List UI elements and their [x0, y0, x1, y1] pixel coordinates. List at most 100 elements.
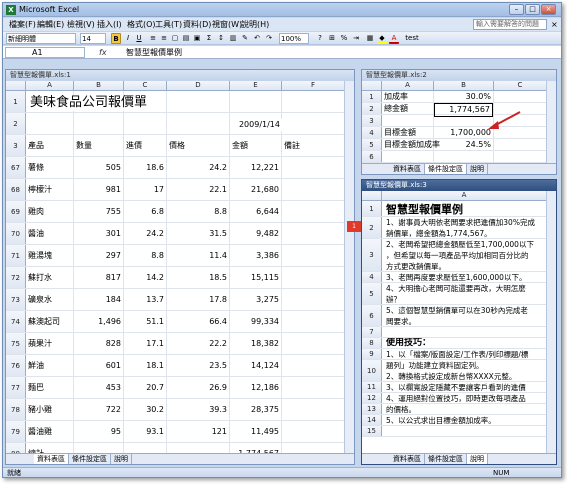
- menu-tools[interactable]: 工具(T): [153, 18, 184, 31]
- tab-conditions[interactable]: 條件設定區: [425, 164, 467, 174]
- sum-button[interactable]: Σ: [204, 33, 214, 44]
- menu-help[interactable]: 說明(H): [239, 18, 271, 31]
- help-search-input[interactable]: 輸入需要解答的問題: [473, 19, 547, 30]
- italic-button[interactable]: I: [123, 33, 133, 44]
- bold-button[interactable]: B: [111, 33, 121, 44]
- menu-data[interactable]: 資料(D): [181, 18, 213, 31]
- new-doc-icon[interactable]: ▢: [170, 33, 180, 44]
- sort-icon[interactable]: ↕: [216, 33, 226, 44]
- column-header: C: [494, 81, 547, 91]
- save-icon[interactable]: ▣: [192, 33, 202, 44]
- chart-icon[interactable]: ▥: [228, 33, 238, 44]
- menu-file[interactable]: 檔案(F): [7, 18, 38, 31]
- align-center-icon[interactable]: ≡: [159, 33, 169, 44]
- row-header: 67: [6, 157, 26, 179]
- sheet-grid-3[interactable]: A 1 智慧型報價單例 2 3 4 5 6 7 8 9 10 11 12 13 14 15 1、謝事員大明依老闆要…: [362, 191, 547, 454]
- note-line: 1、謝事員大明依老闆要求把進價加30%完成: [386, 218, 535, 227]
- open-icon[interactable]: ▤: [181, 33, 191, 44]
- tab-conditions[interactable]: 條件設定區: [69, 454, 111, 464]
- undo-icon[interactable]: ↶: [252, 33, 262, 44]
- note-line: 方式更改銷價單。: [386, 262, 446, 271]
- drawing-icon[interactable]: ✎: [240, 33, 250, 44]
- indent-icon[interactable]: ⇥: [351, 33, 361, 44]
- menu-insert[interactable]: 插入(I): [95, 18, 124, 31]
- tab-data[interactable]: 資料表區: [390, 164, 425, 174]
- note-line: 5、這個智慧型銷價單可以在30秒內完成老: [386, 306, 528, 315]
- percent-icon[interactable]: %: [339, 33, 349, 44]
- text-tool-button[interactable]: test: [403, 33, 421, 44]
- table-cell: 28,375: [251, 405, 279, 414]
- row-header: 69: [6, 201, 26, 223]
- table-cell: 麵巴: [28, 383, 44, 392]
- note-line: 闆要求。: [386, 317, 416, 326]
- table-cell: 1,496: [98, 317, 121, 326]
- sheet-window-1[interactable]: 智慧型報價單.xls:1 A B C D E F 1 2 3 67 68 69 70 71 72 73 74 75…: [5, 69, 355, 465]
- table-cell: 39.3: [209, 405, 227, 414]
- tab-conditions[interactable]: 條件設定區: [425, 454, 467, 464]
- menu-edit[interactable]: 編輯(E): [35, 18, 66, 31]
- tab-notes[interactable]: 說明: [467, 454, 488, 464]
- font-size-select[interactable]: 14: [80, 33, 106, 44]
- table-cell: 13.7: [146, 295, 164, 304]
- toolbar: 新細明體 14 B I U ≡ ≡ ▢ ▤ ▣ Σ ↕ ▥ ✎ ↶ ↷ 100%…: [3, 31, 561, 45]
- table-cell: 蘇打水: [28, 273, 52, 282]
- tab-notes[interactable]: 說明: [111, 454, 132, 464]
- vertical-scrollbar-3[interactable]: [546, 191, 556, 454]
- tab-data[interactable]: 資料表區: [390, 454, 425, 464]
- grid-line: [6, 442, 345, 443]
- underline-button[interactable]: U: [134, 33, 144, 44]
- formula-input[interactable]: 智慧型報價單例: [126, 46, 182, 59]
- row-header: 2: [6, 113, 26, 135]
- help-icon[interactable]: ?: [315, 33, 325, 44]
- note-line: 4、運用絕對位置技巧，即時更改每項產品: [386, 394, 526, 403]
- row-header: 68: [6, 179, 26, 201]
- minimize-button[interactable]: –: [509, 4, 524, 15]
- table-cell: 蘇澳起司: [28, 317, 60, 326]
- sheet-window-2[interactable]: 智慧型報價單.xls:2 A B C 1 2 3 4 5 6 加成率 30.0% 總金額 1,774,5…: [361, 69, 557, 175]
- column-header: C: [124, 81, 167, 91]
- table-cell: 828: [105, 339, 121, 348]
- borders-icon[interactable]: ▦: [365, 33, 375, 44]
- fx-button[interactable]: fx: [99, 47, 107, 58]
- redo-icon[interactable]: ↷: [264, 33, 274, 44]
- table-cell: 鮮油: [28, 361, 44, 370]
- value-cell: 1,774,567: [434, 103, 493, 117]
- menu-view[interactable]: 檢視(V): [65, 18, 97, 31]
- grid-line: [6, 178, 345, 179]
- sheet-tabs-2: 資料表區 條件設定區 說明: [362, 163, 556, 174]
- doc-close-icon[interactable]: ×: [549, 18, 560, 31]
- grid-line: [362, 436, 547, 437]
- table-cell: 66.4: [209, 317, 227, 326]
- table-cell: 93.1: [146, 427, 164, 436]
- table-cell: 18.1: [146, 361, 164, 370]
- font-color-icon[interactable]: A: [389, 33, 399, 44]
- align-left-icon[interactable]: ≡: [148, 33, 158, 44]
- grid-line: [6, 200, 345, 201]
- tab-notes[interactable]: 說明: [467, 164, 488, 174]
- merge-icon[interactable]: ⊞: [327, 33, 337, 44]
- row-header: 3: [6, 135, 26, 157]
- fill-color-icon[interactable]: ◆: [377, 33, 387, 44]
- row-header: 75: [6, 333, 26, 355]
- close-button[interactable]: ×: [541, 4, 556, 15]
- font-select[interactable]: 新細明體: [6, 33, 76, 44]
- table-cell: 雞湯塊: [28, 251, 52, 260]
- name-box[interactable]: A1: [5, 47, 85, 58]
- maximize-button[interactable]: □: [525, 4, 540, 15]
- corner-cell: [362, 81, 382, 91]
- zoom-select[interactable]: 100%: [279, 33, 309, 44]
- sheet-window-3[interactable]: 智慧型報價單.xls:3 A 1 智慧型報價單例 2 3 4 5 6 7 8 9 10 11 12 13 14…: [361, 179, 557, 465]
- vertical-scrollbar-2[interactable]: [546, 81, 556, 164]
- arrow-icon: [488, 111, 521, 129]
- value-cell: 30.0%: [465, 92, 491, 101]
- row-header: 76: [6, 355, 26, 377]
- tab-data[interactable]: 資料表區: [34, 454, 69, 464]
- vertical-scrollbar-1[interactable]: [344, 81, 354, 454]
- sheet-tabs-1: 資料表區 條件設定區 說明: [6, 453, 354, 464]
- note-line: 3、老闆再度要求壓低至1,600,000以下。: [386, 273, 527, 282]
- table-cell: 17: [153, 185, 164, 194]
- table-cell: 24.2: [146, 229, 164, 238]
- table-cell: 14,124: [251, 361, 279, 370]
- note-line: 題列」功能建立資料固定列。: [386, 361, 484, 370]
- sheet-grid-1[interactable]: ABCDEF123676869707172737475767778798081美…: [6, 81, 345, 454]
